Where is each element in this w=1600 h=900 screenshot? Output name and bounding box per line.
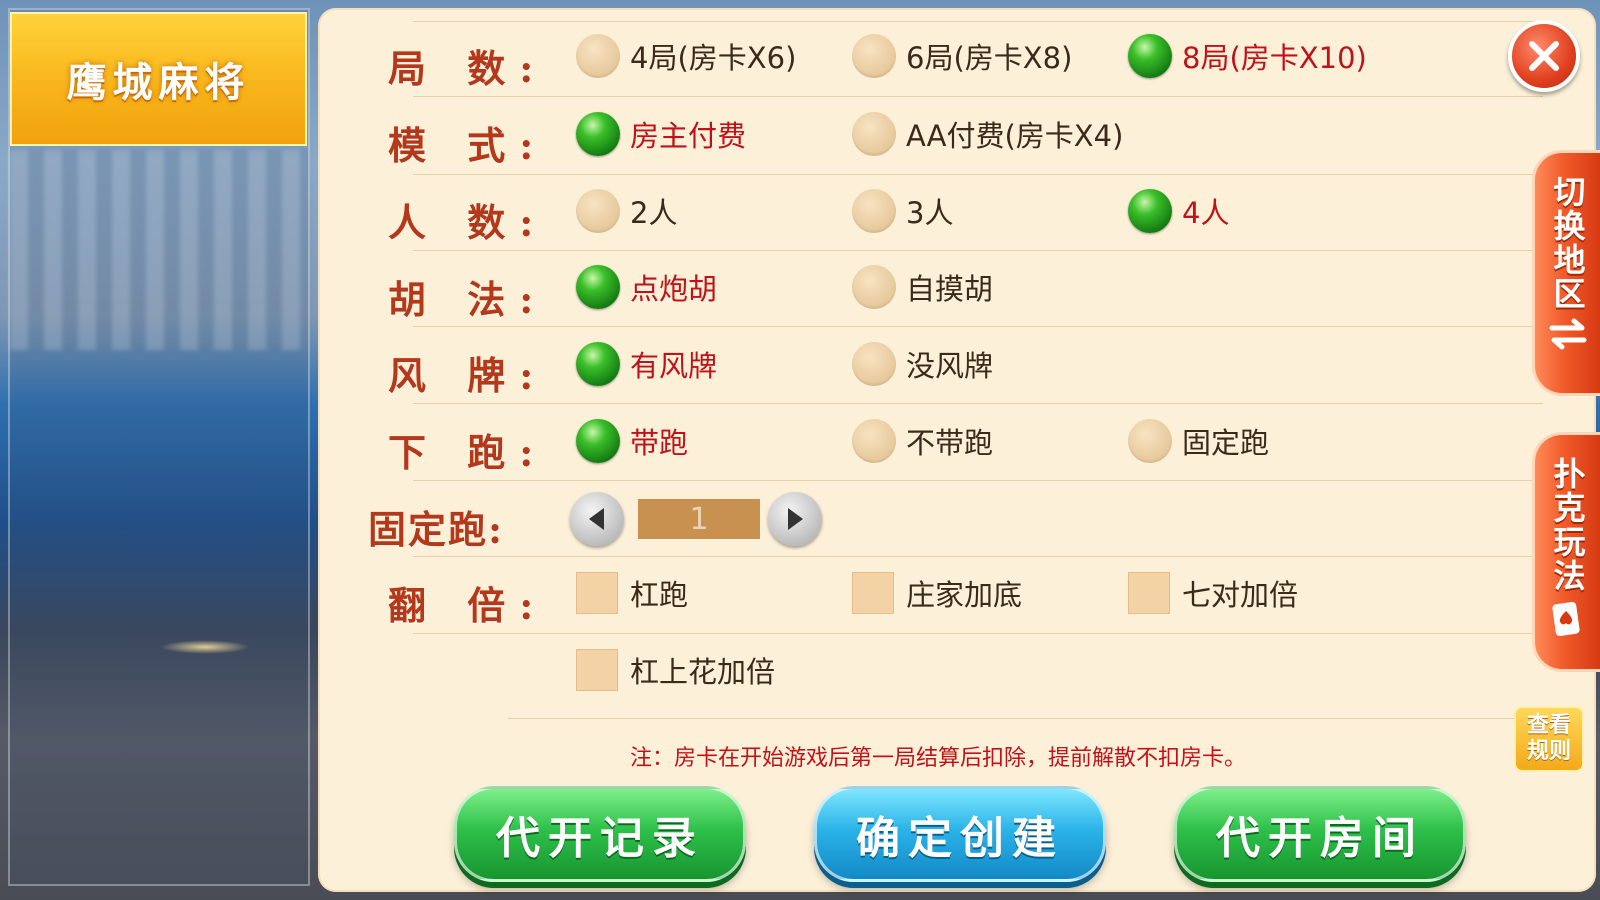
option-label: 七对加倍: [1182, 578, 1299, 612]
option-label: 庄家加底: [906, 578, 1023, 612]
triangle-left-icon: [589, 508, 604, 530]
run-label: 下 跑:: [388, 430, 548, 475]
multiplier-option-kong-flower[interactable]: 杠上花加倍: [576, 649, 775, 691]
option-label: 有风牌: [630, 349, 718, 383]
playing-card-icon: [1551, 602, 1580, 636]
players-label: 人 数:: [388, 200, 548, 245]
game-tab-yingcheng-mahjong[interactable]: 鹰城麻将: [10, 12, 307, 146]
option-label: 4人: [1182, 196, 1230, 230]
switch-arrows-icon: [1549, 318, 1586, 350]
option-label: 8局(房卡X10): [1182, 41, 1367, 75]
option-label: 带跑: [630, 426, 689, 460]
radio-icon: [852, 34, 896, 78]
option-label: 3人: [906, 196, 954, 230]
proxy-room-button[interactable]: 代开房间: [1174, 786, 1466, 882]
radio-selected-icon: [1128, 34, 1172, 78]
players-option-2[interactable]: 2人: [576, 189, 677, 233]
option-label: 没风牌: [906, 349, 994, 383]
win-method-option-self-draw[interactable]: 自摸胡: [852, 265, 993, 309]
mode-option-owner-pays[interactable]: 房主付费: [576, 112, 746, 156]
option-label: 杠上花加倍: [630, 655, 776, 689]
view-rules-label-2: 规则: [1526, 739, 1571, 764]
rounds-label: 局 数:: [388, 46, 548, 91]
checkbox-icon: [576, 649, 618, 691]
fixed-run-label: 固定跑:: [368, 507, 505, 552]
radio-icon: [852, 112, 896, 156]
proxy-record-button[interactable]: 代开记录: [454, 786, 746, 882]
multiplier-option-dealer-base[interactable]: 庄家加底: [852, 572, 1022, 614]
radio-selected-icon: [576, 265, 620, 309]
radio-selected-icon: [576, 419, 620, 463]
run-option-without[interactable]: 不带跑: [852, 419, 993, 463]
row-divider: [413, 326, 1543, 327]
radio-icon: [852, 419, 896, 463]
multiplier-option-seven-pairs[interactable]: 七对加倍: [1128, 572, 1298, 614]
row-divider: [413, 480, 1543, 481]
players-option-3[interactable]: 3人: [852, 189, 953, 233]
radio-icon: [576, 189, 620, 233]
rounds-option-4[interactable]: 4局(房卡X6): [576, 34, 796, 78]
checkbox-icon: [576, 572, 618, 614]
row-divider: [413, 633, 1543, 634]
wind-tiles-option-without[interactable]: 没风牌: [852, 342, 993, 386]
increment-button[interactable]: [768, 492, 822, 546]
rounds-option-6[interactable]: 6局(房卡X8): [852, 34, 1072, 78]
wind-tiles-label: 风 牌:: [388, 353, 548, 398]
decrement-button[interactable]: [570, 492, 624, 546]
view-rules-label-1: 查看: [1526, 713, 1571, 738]
view-rules-button[interactable]: 查看 规则: [1514, 706, 1584, 772]
option-label: AA付费(房卡X4): [906, 119, 1124, 153]
option-label: 2人: [630, 196, 678, 230]
checkbox-icon: [1128, 572, 1170, 614]
radio-selected-icon: [576, 342, 620, 386]
wind-tiles-option-with[interactable]: 有风牌: [576, 342, 717, 386]
players-option-4[interactable]: 4人: [1128, 189, 1229, 233]
radio-icon: [576, 34, 620, 78]
option-label: 不带跑: [906, 426, 994, 460]
row-divider: [413, 250, 1543, 251]
radio-selected-icon: [1128, 189, 1172, 233]
win-method-label: 胡 法:: [388, 277, 548, 322]
option-label: 杠跑: [630, 578, 689, 612]
radio-selected-icon: [576, 112, 620, 156]
radio-icon: [852, 265, 896, 309]
switch-region-label: 切换地区: [1548, 175, 1587, 311]
radio-icon: [1128, 419, 1172, 463]
option-label: 4局(房卡X6): [630, 41, 797, 75]
multiplier-option-kong-run[interactable]: 杠跑: [576, 572, 688, 614]
mode-option-aa-pay[interactable]: AA付费(房卡X4): [852, 112, 1123, 156]
switch-region-tab[interactable]: 切换地区: [1532, 150, 1600, 396]
fixed-run-value: 1: [638, 499, 760, 539]
win-method-option-discard[interactable]: 点炮胡: [576, 265, 717, 309]
close-button[interactable]: [1508, 20, 1580, 92]
create-room-panel: 局 数: 4局(房卡X6) 6局(房卡X8) 8局(房卡X10) 模 式: 房主…: [318, 8, 1596, 892]
room-card-note: 注：房卡在开始游戏后第一局结算后扣除，提前解散不扣房卡。: [630, 746, 1247, 771]
radio-icon: [852, 342, 896, 386]
run-option-fixed[interactable]: 固定跑: [1128, 419, 1269, 463]
checkbox-icon: [852, 572, 894, 614]
triangle-right-icon: [788, 508, 803, 530]
run-option-with[interactable]: 带跑: [576, 419, 688, 463]
radio-icon: [852, 189, 896, 233]
option-label: 房主付费: [630, 119, 747, 153]
poker-rules-label: 扑克玩法: [1548, 457, 1587, 593]
option-label: 自摸胡: [906, 272, 994, 306]
row-divider: [413, 403, 1543, 404]
option-label: 固定跑: [1182, 426, 1270, 460]
confirm-create-button[interactable]: 确定创建: [814, 786, 1106, 882]
row-divider: [413, 96, 1543, 97]
game-tab-label: 鹰城麻将: [66, 60, 251, 106]
close-icon: [1529, 41, 1559, 71]
poker-rules-tab[interactable]: 扑克玩法: [1532, 432, 1600, 672]
row-divider: [508, 718, 1543, 719]
option-label: 6局(房卡X8): [906, 41, 1073, 75]
mode-label: 模 式:: [388, 123, 548, 168]
row-divider: [413, 556, 1543, 557]
option-label: 点炮胡: [630, 272, 718, 306]
multiplier-label: 翻 倍:: [388, 583, 548, 628]
row-divider: [413, 21, 1543, 22]
row-divider: [413, 174, 1543, 175]
rounds-option-8[interactable]: 8局(房卡X10): [1128, 34, 1367, 78]
